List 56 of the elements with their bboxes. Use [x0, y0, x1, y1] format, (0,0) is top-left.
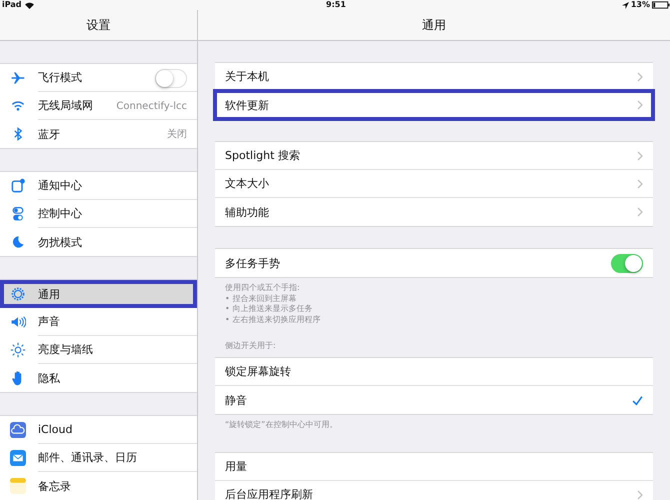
- sidebar-item[interactable]: 亮度与墙纸: [0, 336, 197, 364]
- sidebar-item[interactable]: 控制中心: [0, 200, 197, 228]
- settings-row[interactable]: 静音: [215, 386, 653, 414]
- sidebar-item[interactable]: 通知中心: [0, 172, 197, 200]
- settings-row[interactable]: 多任务手势: [215, 249, 653, 277]
- setting-value: Connectify-lcc: [116, 100, 187, 112]
- clock: 9:51: [326, 1, 346, 9]
- settings-row[interactable]: Spotlight 搜索: [215, 142, 653, 170]
- settings-row[interactable]: 辅助功能: [215, 198, 653, 226]
- chevron-icon: [637, 207, 643, 217]
- chevron-icon: [637, 100, 643, 110]
- chevron-icon: [637, 150, 643, 160]
- wifi-icon: [24, 2, 34, 8]
- notes-icon: [10, 478, 26, 494]
- settings-row[interactable]: 用量: [215, 452, 653, 480]
- battery-icon: [652, 1, 670, 9]
- toggle-switch[interactable]: [611, 254, 643, 272]
- sidebar-title: 设置: [86, 16, 110, 34]
- sidebar-item[interactable]: 通用: [0, 280, 197, 308]
- device-name: iPad: [2, 1, 22, 9]
- chevron-icon: [637, 72, 643, 82]
- cloud-icon: [10, 422, 26, 438]
- battery-percent: 13%: [630, 1, 650, 9]
- settings-row[interactable]: 软件更新: [215, 91, 653, 119]
- speaker-icon: [10, 314, 26, 330]
- settings-row[interactable]: 关于本机: [215, 63, 653, 91]
- notification-icon: [10, 178, 26, 194]
- section-header: 侧边开关用于:: [224, 340, 277, 352]
- footer-note: • 捏合来回到主屏幕: [225, 294, 298, 304]
- page-title: 通用: [422, 16, 446, 34]
- settings-row[interactable]: 文本大小: [215, 170, 653, 198]
- chevron-icon: [637, 178, 643, 188]
- mail-icon: [10, 450, 26, 466]
- footer-note: • 向上推送来显示多任务: [225, 304, 314, 314]
- toggles-icon: [10, 206, 26, 222]
- sidebar-item[interactable]: 备忘录: [0, 472, 197, 500]
- sidebar-item[interactable]: iCloud: [0, 416, 197, 444]
- sidebar-item[interactable]: 邮件、通讯录、日历: [0, 444, 197, 472]
- sidebar-item[interactable]: 蓝牙 关闭: [0, 120, 197, 148]
- settings-row[interactable]: 后台应用程序刷新: [215, 480, 653, 500]
- footer-note: • 左右推送来切换应用程序: [225, 314, 322, 325]
- chevron-icon: [637, 490, 643, 500]
- sidebar-item[interactable]: 无线局域网 Connectify-lcc: [0, 92, 197, 120]
- setting-value: 关闭: [167, 128, 187, 141]
- airplane-icon: [10, 70, 26, 86]
- sidebar-item[interactable]: 声音: [0, 308, 197, 336]
- footer-note: “旋转锁定”在控制中心中可用。: [225, 420, 338, 430]
- settings-icon: [10, 286, 26, 302]
- sun-icon: [10, 342, 26, 358]
- sidebar-item[interactable]: 飞行模式: [0, 64, 197, 92]
- moon-icon: [10, 234, 26, 250]
- toggle-switch[interactable]: [155, 68, 187, 88]
- footer-note: 使用四个或五个手指:: [225, 283, 301, 294]
- sidebar-item[interactable]: 勿扰模式: [0, 228, 197, 256]
- settings-row[interactable]: 锁定屏幕旋转: [215, 358, 653, 386]
- sidebar-item[interactable]: 隐私: [0, 364, 197, 392]
